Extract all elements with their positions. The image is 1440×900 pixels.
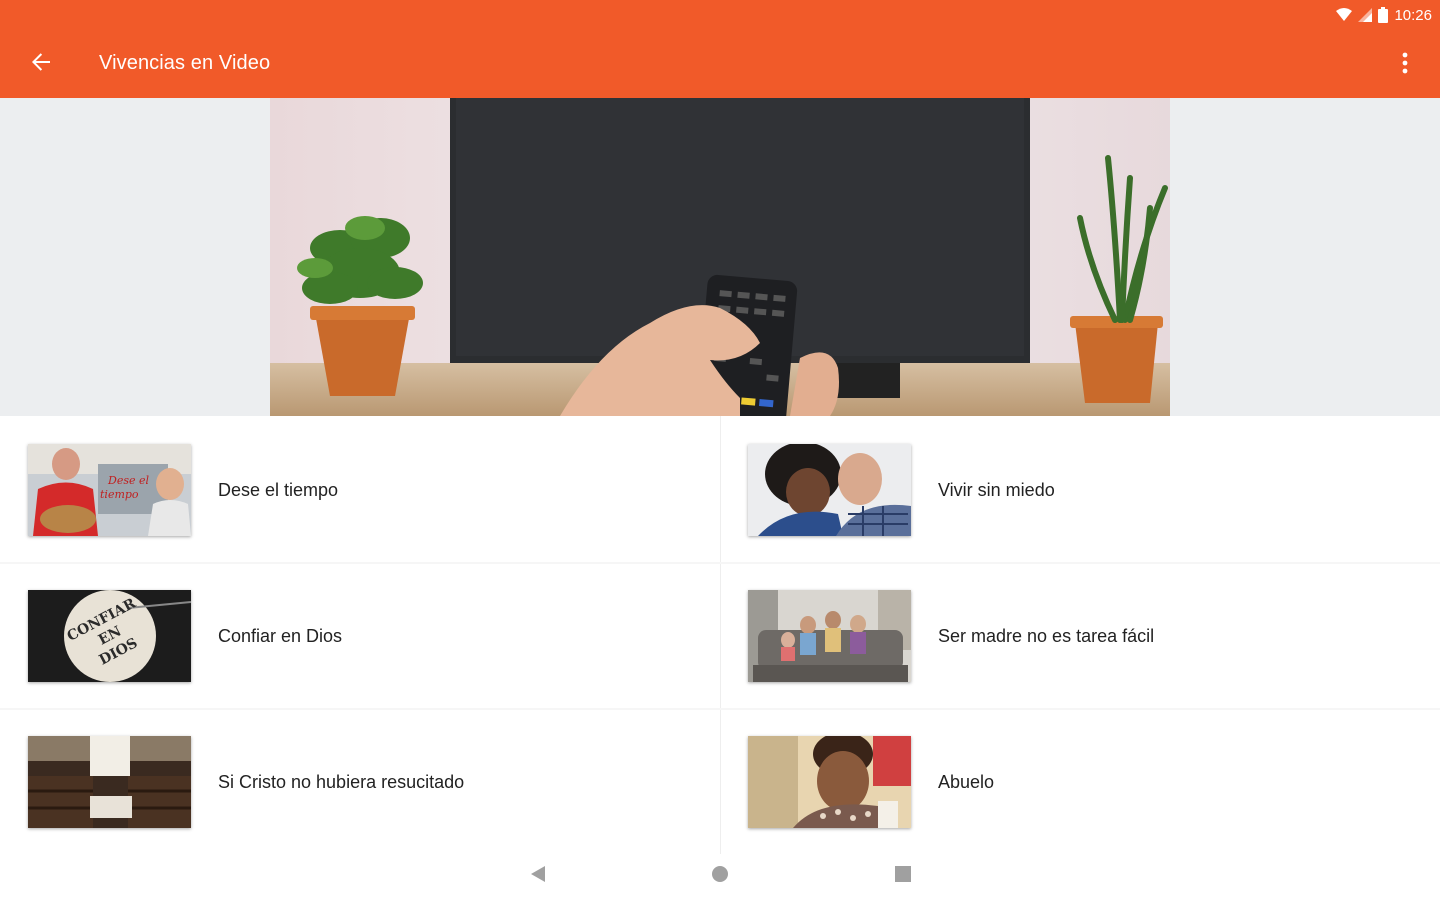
video-item-confiar-en-dios[interactable]: CONFIAR EN DIOS Confiar en Dios (0, 562, 720, 708)
back-button[interactable] (22, 46, 60, 82)
video-title: Ser madre no es tarea fácil (938, 626, 1155, 646)
system-nav-bar (0, 852, 1440, 900)
app-bar: 10:26 Vivencias en Video (0, 0, 1440, 98)
nav-recents-button[interactable] (889, 862, 917, 890)
video-thumbnail (748, 736, 911, 828)
page-title: Vivencias en Video (99, 52, 271, 74)
video-title: Vivir sin miedo (938, 480, 1055, 500)
nav-home-icon (711, 865, 729, 888)
nav-back-icon (530, 865, 546, 888)
nav-recents-icon (895, 865, 911, 887)
svg-text:Dese el: Dese el (107, 474, 149, 487)
video-title: Dese el tiempo (218, 480, 339, 500)
nav-home-button[interactable] (706, 862, 734, 890)
video-thumbnail (28, 736, 191, 828)
wifi-icon (1336, 8, 1353, 22)
hero-banner (0, 98, 1440, 416)
tv-remote-image (270, 98, 1170, 416)
video-title: Si Cristo no hubiera resucitado (218, 772, 465, 792)
video-thumbnail (748, 444, 911, 536)
signal-icon (1358, 8, 1373, 22)
more-options-button[interactable] (1390, 48, 1420, 82)
svg-text:tiempo: tiempo (100, 488, 139, 501)
arrow-left-icon (31, 52, 51, 77)
status-bar: 10:26 (1336, 5, 1432, 25)
video-item-ser-madre[interactable]: Ser madre no es tarea fácil (720, 562, 1440, 708)
video-item-abuelo[interactable]: Abuelo (720, 708, 1440, 854)
video-item-dese-el-tiempo[interactable]: Dese el tiempo Dese el tiempo (0, 416, 720, 562)
video-item-vivir-sin-miedo[interactable]: Vivir sin miedo (720, 416, 1440, 562)
nav-back-button[interactable] (524, 862, 552, 890)
clock: 10:26 (1394, 6, 1432, 24)
video-item-si-cristo[interactable]: Si Cristo no hubiera resucitado (0, 708, 720, 854)
video-title: Confiar en Dios (218, 626, 343, 646)
video-thumbnail (748, 590, 911, 682)
video-title: Abuelo (938, 772, 995, 792)
video-thumbnail: CONFIAR EN DIOS (28, 590, 191, 682)
battery-icon (1378, 7, 1389, 23)
video-thumbnail: Dese el tiempo (28, 444, 191, 536)
more-vert-icon (1402, 52, 1408, 79)
